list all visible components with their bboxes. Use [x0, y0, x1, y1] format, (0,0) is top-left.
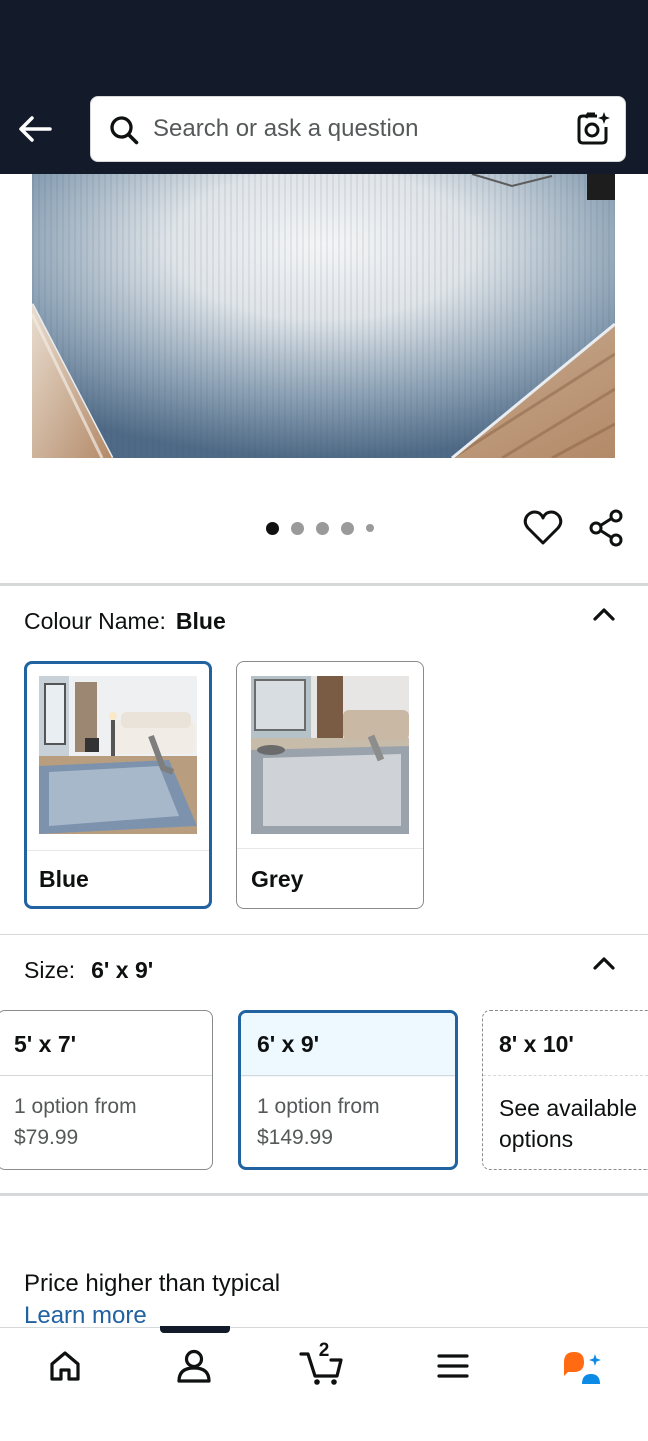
swatch-divider	[237, 848, 423, 849]
back-button[interactable]	[14, 108, 56, 150]
size-card-divider	[241, 1075, 455, 1076]
size-option-availability: 1 option from	[257, 1095, 380, 1118]
section-divider	[0, 1193, 648, 1196]
search-icon	[110, 116, 139, 145]
colour-option-blue[interactable]: Blue	[24, 661, 212, 909]
rug-photo	[32, 174, 615, 458]
nav-home[interactable]	[33, 1342, 97, 1390]
search-input[interactable]	[153, 109, 553, 149]
swatch-divider	[27, 850, 209, 851]
size-option-availability: See available	[499, 1095, 638, 1121]
size-option-8x10[interactable]: 8' x 10' See available options	[482, 1010, 648, 1170]
nav-rufus-assistant[interactable]	[550, 1342, 614, 1390]
carousel-dot[interactable]	[316, 521, 329, 535]
heart-icon[interactable]	[522, 508, 564, 548]
camera-search-icon[interactable]	[575, 111, 611, 147]
nav-cart[interactable]: 2	[290, 1340, 354, 1390]
rufus-assistant-icon	[564, 1352, 601, 1384]
size-card-divider	[0, 1075, 212, 1076]
size-option-5x7[interactable]: 5' x 7' 1 option from $79.99	[0, 1010, 213, 1170]
section-divider	[0, 934, 648, 935]
hamburger-menu-icon	[437, 1354, 469, 1378]
carousel-dot[interactable]	[291, 521, 304, 535]
colour-option-grey[interactable]: Grey	[236, 661, 424, 909]
nav-menu[interactable]	[421, 1342, 485, 1390]
size-option-label: 5' x 7'	[14, 1031, 77, 1057]
product-image[interactable]	[32, 174, 615, 458]
size-option-price: $149.99	[257, 1126, 333, 1149]
chevron-up-icon[interactable]	[589, 948, 619, 978]
colour-label: Colour Name:	[24, 608, 166, 634]
size-selected-value: 6' x 9'	[91, 957, 154, 983]
search-bar[interactable]	[90, 96, 626, 162]
size-label: Size:	[24, 957, 76, 983]
size-option-price: options	[499, 1126, 574, 1152]
blue-rug-thumbnail	[39, 676, 197, 834]
size-option-label: 8' x 10'	[499, 1031, 574, 1057]
nav-account[interactable]	[162, 1342, 226, 1390]
account-icon	[177, 1349, 211, 1383]
section-divider	[0, 583, 648, 586]
size-card-divider	[483, 1075, 648, 1077]
bottom-navigation-bar: 2	[0, 1327, 648, 1441]
size-option-availability: 1 option from	[14, 1095, 137, 1118]
price-higher-note: Price higher than typical	[24, 1270, 281, 1297]
size-option-price: $79.99	[14, 1126, 79, 1149]
back-arrow-icon	[19, 116, 52, 142]
colour-selected-value: Blue	[175, 608, 226, 634]
colour-option-label: Blue	[39, 866, 89, 892]
cart-count-badge: 2	[318, 1340, 330, 1361]
learn-more-link[interactable]: Learn more	[24, 1302, 147, 1330]
active-tab-indicator	[160, 1326, 230, 1333]
grey-rug-thumbnail	[251, 676, 409, 834]
chevron-up-icon[interactable]	[589, 599, 619, 629]
home-icon	[50, 1351, 80, 1381]
size-option-6x9[interactable]: 6' x 9' 1 option from $149.99	[238, 1010, 458, 1170]
size-heading: Size: 6' x 9'	[24, 957, 153, 984]
carousel-dot[interactable]	[341, 521, 354, 535]
colour-option-label: Grey	[251, 866, 304, 892]
size-option-label: 6' x 9'	[257, 1031, 320, 1057]
colour-heading: Colour Name: Blue	[24, 608, 226, 635]
carousel-dot[interactable]	[366, 524, 374, 532]
image-carousel-dots[interactable]	[266, 520, 374, 536]
carousel-dot[interactable]	[266, 521, 279, 535]
share-icon[interactable]	[586, 508, 628, 548]
